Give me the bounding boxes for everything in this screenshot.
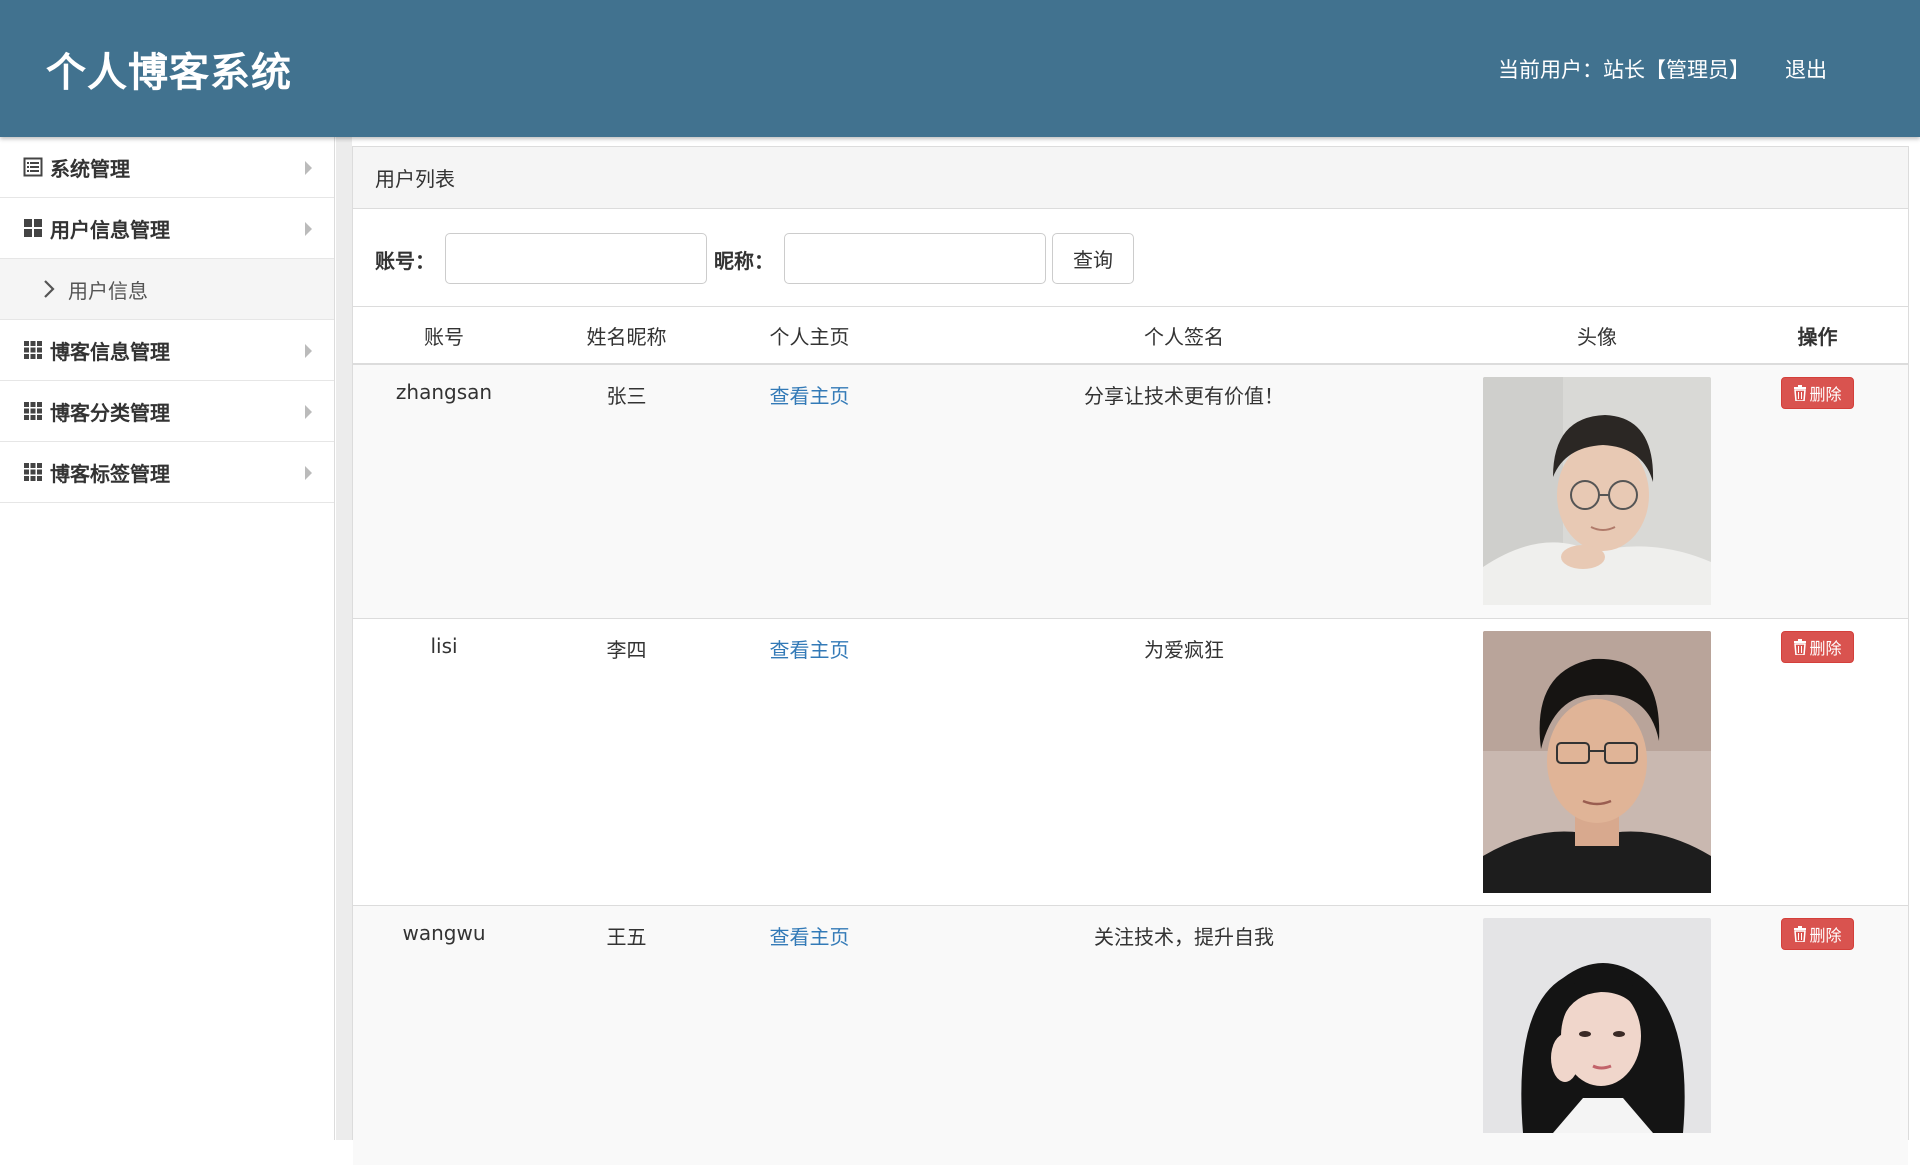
sidebar-item-label: 博客分类管理 [50, 400, 170, 425]
sidebar-item-blog-info-mgmt[interactable]: 博客信息管理 [0, 320, 334, 381]
th-icon [22, 400, 44, 422]
cell-name: 李四 [535, 617, 718, 905]
sidebar-item-label: 博客信息管理 [50, 339, 170, 364]
search-button[interactable]: 查询 [1052, 233, 1134, 284]
homepage-link[interactable]: 查看主页 [770, 384, 850, 408]
sidebar-item-blog-category-mgmt[interactable]: 博客分类管理 [0, 381, 334, 442]
sidebar-subitem-label: 用户信息 [68, 278, 148, 303]
cell-signature: 关注技术，提升自我 [901, 904, 1467, 1165]
cell-signature: 为爱疯狂 [901, 617, 1467, 905]
nickname-label: 昵称： [714, 249, 774, 273]
table-row: lisi 李四 查看主页 为爱疯狂 删除 [353, 617, 1908, 905]
sidebar-item-label: 系统管理 [50, 156, 130, 181]
column-header-action: 操作 [1727, 307, 1908, 365]
delete-button-label: 删除 [1809, 925, 1842, 945]
app-title: 个人博客系统 [46, 50, 292, 96]
account-search-input[interactable] [445, 233, 707, 284]
delete-button-label: 删除 [1809, 638, 1842, 658]
table-row: wangwu 王五 查看主页 关注技术，提升自我 删除 [353, 904, 1908, 1165]
cell-account: wangwu [353, 904, 535, 1165]
list-alt-icon [22, 156, 44, 178]
th-large-icon [22, 217, 44, 239]
sidebar-item-blog-tag-mgmt[interactable]: 博客标签管理 [0, 442, 334, 503]
search-form: 账号： 昵称： 查询 [353, 209, 1908, 307]
th-icon [22, 339, 44, 361]
caret-right-icon [305, 466, 312, 480]
sidebar-item-label: 博客标签管理 [50, 461, 170, 486]
caret-right-icon [305, 344, 312, 358]
homepage-link[interactable]: 查看主页 [770, 638, 850, 662]
column-header-signature: 个人签名 [901, 307, 1467, 365]
cell-name: 张三 [535, 363, 718, 618]
caret-right-icon [305, 405, 312, 419]
sidebar-subitem-user-info[interactable]: 用户信息 [0, 259, 334, 320]
panel-title: 用户列表 [353, 147, 1908, 209]
avatar-image [1483, 917, 1711, 1138]
cell-name: 王五 [535, 904, 718, 1165]
delete-button[interactable]: 删除 [1781, 917, 1854, 950]
trash-icon [1794, 638, 1807, 655]
logout-link[interactable]: 退出 [1785, 54, 1827, 84]
sidebar: 系统管理 用户信息管理 用户信息 博客信息管理 博客分类管理 博客标签管理 [0, 137, 335, 1140]
caret-right-icon [305, 222, 312, 236]
homepage-link[interactable]: 查看主页 [770, 925, 850, 949]
column-header-account: 账号 [353, 307, 535, 365]
table-header-row: 账号 姓名昵称 个人主页 个人签名 头像 操作 [353, 307, 1908, 365]
top-header: 个人博客系统 当前用户：站长【管理员】 退出 [0, 0, 1920, 137]
table-row: zhangsan 张三 查看主页 分享让技术更有价值！ 删除 [353, 363, 1908, 618]
current-user-label: 当前用户：站长【管理员】 [1498, 58, 1750, 82]
nickname-search-input[interactable] [784, 233, 1046, 284]
cell-signature: 分享让技术更有价值！ [901, 363, 1467, 618]
sidebar-item-system[interactable]: 系统管理 [0, 137, 334, 198]
sidebar-item-user-info-mgmt[interactable]: 用户信息管理 [0, 198, 334, 259]
avatar-image [1483, 630, 1711, 898]
delete-button-label: 删除 [1809, 385, 1842, 404]
avatar-image [1483, 377, 1711, 610]
user-list-panel: 用户列表 账号： 昵称： 查询 账号 姓名昵称 个人主页 个人签名 头像 操作 … [352, 146, 1909, 1165]
user-table: 账号 姓名昵称 个人主页 个人签名 头像 操作 zhangsan 张三 查看主页… [353, 307, 1908, 1165]
trash-icon [1794, 385, 1807, 401]
delete-button[interactable]: 删除 [1781, 377, 1854, 409]
chevron-right-icon [42, 279, 60, 299]
content-gutter [336, 137, 352, 1140]
cell-account: zhangsan [353, 363, 535, 618]
account-label: 账号： [375, 249, 435, 273]
delete-button[interactable]: 删除 [1781, 630, 1854, 663]
column-header-homepage: 个人主页 [718, 307, 901, 365]
column-header-name: 姓名昵称 [535, 307, 718, 365]
cell-account: lisi [353, 617, 535, 905]
trash-icon [1794, 925, 1807, 942]
th-icon [22, 461, 44, 483]
caret-right-icon [305, 161, 312, 175]
column-header-avatar: 头像 [1467, 307, 1727, 365]
sidebar-item-label: 用户信息管理 [50, 217, 170, 242]
